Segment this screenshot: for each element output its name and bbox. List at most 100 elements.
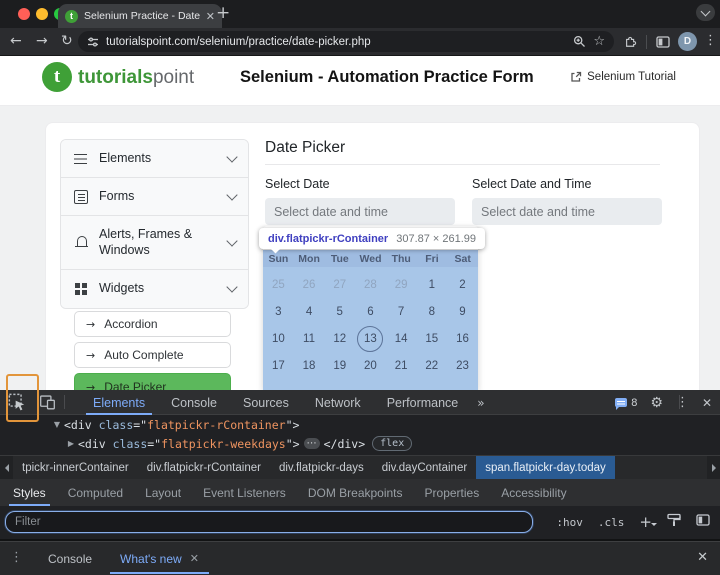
calendar-day[interactable]: 26 [294, 271, 325, 298]
styles-filter-input[interactable] [5, 511, 533, 533]
sidebar-section-elements[interactable]: Elements [61, 140, 248, 178]
breadcrumb-span-flatpickr-day-today[interactable]: span.flatpickr-day.today [476, 456, 615, 479]
calendar-day[interactable]: 25 [263, 271, 294, 298]
calendar-day[interactable]: 23 [447, 352, 478, 379]
tab-search-button[interactable] [696, 4, 715, 21]
calendar-day[interactable]: 8 [416, 298, 447, 325]
calendar-day[interactable]: 10 [263, 325, 294, 352]
rendering-emulation-icon[interactable] [667, 513, 681, 532]
calendar-day[interactable]: 9 [447, 298, 478, 325]
calendar-day[interactable]: 4 [294, 298, 325, 325]
address-bar[interactable]: tutorialspoint.com/selenium/practice/dat… [78, 31, 614, 52]
drawer-tab-console[interactable]: Console [34, 542, 106, 575]
dom-tree-line[interactable]: ▶<div class="flatpickr-weekdays">⋯</div>… [0, 434, 720, 453]
reload-button[interactable]: ↻ [61, 34, 73, 48]
calendar-day[interactable]: 3 [263, 298, 294, 325]
date-input-2[interactable] [472, 198, 662, 225]
drawer-tab-close-icon[interactable]: ✕ [190, 553, 199, 564]
style-tab-accessibility[interactable]: Accessibility [490, 479, 577, 506]
style-tab-event-listeners[interactable]: Event Listeners [192, 479, 297, 506]
style-tab-properties[interactable]: Properties [414, 479, 491, 506]
calendar-day[interactable]: 14 [386, 325, 417, 352]
style-tab-dom-breakpoints[interactable]: DOM Breakpoints [297, 479, 414, 506]
bookmark-star-icon[interactable]: ☆ [593, 35, 605, 48]
weekday-row: SunMonTueWedThuFriSat [263, 250, 478, 267]
day-number: 3 [275, 306, 281, 318]
calendar-day[interactable]: 27 [324, 271, 355, 298]
site-info-icon[interactable] [87, 36, 99, 48]
zoom-icon[interactable] [573, 35, 586, 48]
new-tab-button[interactable]: + [216, 5, 230, 22]
sidebar-section-alerts-frames-windows[interactable]: Alerts, Frames & Windows [61, 216, 248, 270]
extensions-icon[interactable] [624, 34, 638, 53]
devtools-tab-sources[interactable]: Sources [230, 390, 302, 415]
calendar-day[interactable]: 7 [386, 298, 417, 325]
calendar-day[interactable]: 29 [386, 271, 417, 298]
dom-tree-line[interactable]: ▼<div class="flatpickr-rContainer"> [0, 415, 720, 434]
selenium-tutorial-link[interactable]: Selenium Tutorial [570, 71, 676, 83]
back-button[interactable]: ← [10, 34, 22, 48]
device-toolbar-icon[interactable] [39, 394, 56, 415]
pseudo-state-toggle[interactable]: :hov [556, 516, 583, 529]
more-tabs-icon[interactable]: » [471, 390, 490, 415]
calendar-day[interactable]: 12 [324, 325, 355, 352]
expand-arrow-open-icon[interactable]: ▼ [50, 421, 64, 429]
devtools-menu-icon[interactable]: ⋮ [676, 396, 689, 409]
profile-avatar[interactable]: D [678, 32, 697, 51]
style-tab-layout[interactable]: Layout [134, 479, 192, 506]
drawer-menu-icon[interactable]: ⋮ [10, 551, 23, 564]
devtools-tab-console[interactable]: Console [158, 390, 230, 415]
brand-text[interactable]: tutorialspoint [78, 67, 194, 89]
calendar-day[interactable]: 16 [447, 325, 478, 352]
drawer-tab-what-s-new[interactable]: What's new✕ [106, 542, 213, 575]
minimize-window-button[interactable] [36, 8, 48, 20]
calendar-day-today[interactable]: 13 [355, 325, 386, 352]
breadcrumb-scroll-right[interactable] [707, 456, 720, 479]
calendar-day[interactable]: 6 [355, 298, 386, 325]
new-style-rule-button[interactable]: + [639, 515, 652, 530]
tab-close-icon[interactable]: ✕ [206, 11, 215, 22]
calendar-day[interactable]: 22 [416, 352, 447, 379]
calendar-day[interactable]: 17 [263, 352, 294, 379]
breadcrumb-tpickr-innercontainer[interactable]: tpickr-innerContainer [13, 456, 138, 479]
calendar-day[interactable]: 2 [447, 271, 478, 298]
drawer-close-icon[interactable]: ✕ [697, 551, 708, 564]
calendar-day[interactable]: 1 [416, 271, 447, 298]
class-toggle[interactable]: .cls [598, 516, 625, 529]
close-window-button[interactable] [18, 8, 30, 20]
calendar-day[interactable]: 19 [324, 352, 355, 379]
browser-tab[interactable]: t Selenium Practice - Date Pick ✕ [58, 4, 222, 28]
sidebar-section-widgets[interactable]: Widgets [61, 270, 248, 308]
date-input-1[interactable] [265, 198, 455, 225]
computed-sidebar-toggle-icon[interactable] [696, 513, 710, 531]
tutorialspoint-logo[interactable]: t [42, 62, 72, 92]
calendar-day[interactable]: 18 [294, 352, 325, 379]
side-panel-icon[interactable] [656, 35, 670, 53]
style-tab-computed[interactable]: Computed [57, 479, 134, 506]
breadcrumb-div-flatpickr-rcontainer[interactable]: div.flatpickr-rContainer [138, 456, 270, 479]
devtools-tab-elements[interactable]: Elements [80, 390, 158, 415]
breadcrumb-div-daycontainer[interactable]: div.dayContainer [373, 456, 476, 479]
calendar-day[interactable]: 15 [416, 325, 447, 352]
widget-button-accordion[interactable]: →Accordion [74, 311, 231, 337]
expand-arrow-closed-icon[interactable]: ▶ [64, 440, 78, 448]
issues-button[interactable]: 8 [615, 397, 637, 409]
flex-badge[interactable]: flex [372, 436, 412, 451]
calendar-day[interactable]: 28 [355, 271, 386, 298]
breadcrumb-scroll-left[interactable] [0, 456, 13, 479]
browser-menu-icon[interactable]: ⋮ [704, 34, 717, 47]
calendar-day[interactable]: 20 [355, 352, 386, 379]
sidebar-section-forms[interactable]: Forms [61, 178, 248, 216]
widget-button-auto-complete[interactable]: →Auto Complete [74, 342, 231, 368]
calendar-day[interactable]: 21 [386, 352, 417, 379]
devtools-settings-icon[interactable]: ⚙ [650, 396, 663, 410]
devtools-tab-network[interactable]: Network [302, 390, 374, 415]
forward-button[interactable]: → [36, 34, 48, 48]
breadcrumb-div-flatpickr-days[interactable]: div.flatpickr-days [270, 456, 373, 479]
style-tab-styles[interactable]: Styles [2, 479, 57, 506]
calendar-day[interactable]: 11 [294, 325, 325, 352]
inline-expand-button[interactable]: ⋯ [304, 438, 320, 449]
devtools-tab-performance[interactable]: Performance [374, 390, 472, 415]
calendar-day[interactable]: 5 [324, 298, 355, 325]
devtools-close-icon[interactable]: ✕ [702, 397, 712, 409]
